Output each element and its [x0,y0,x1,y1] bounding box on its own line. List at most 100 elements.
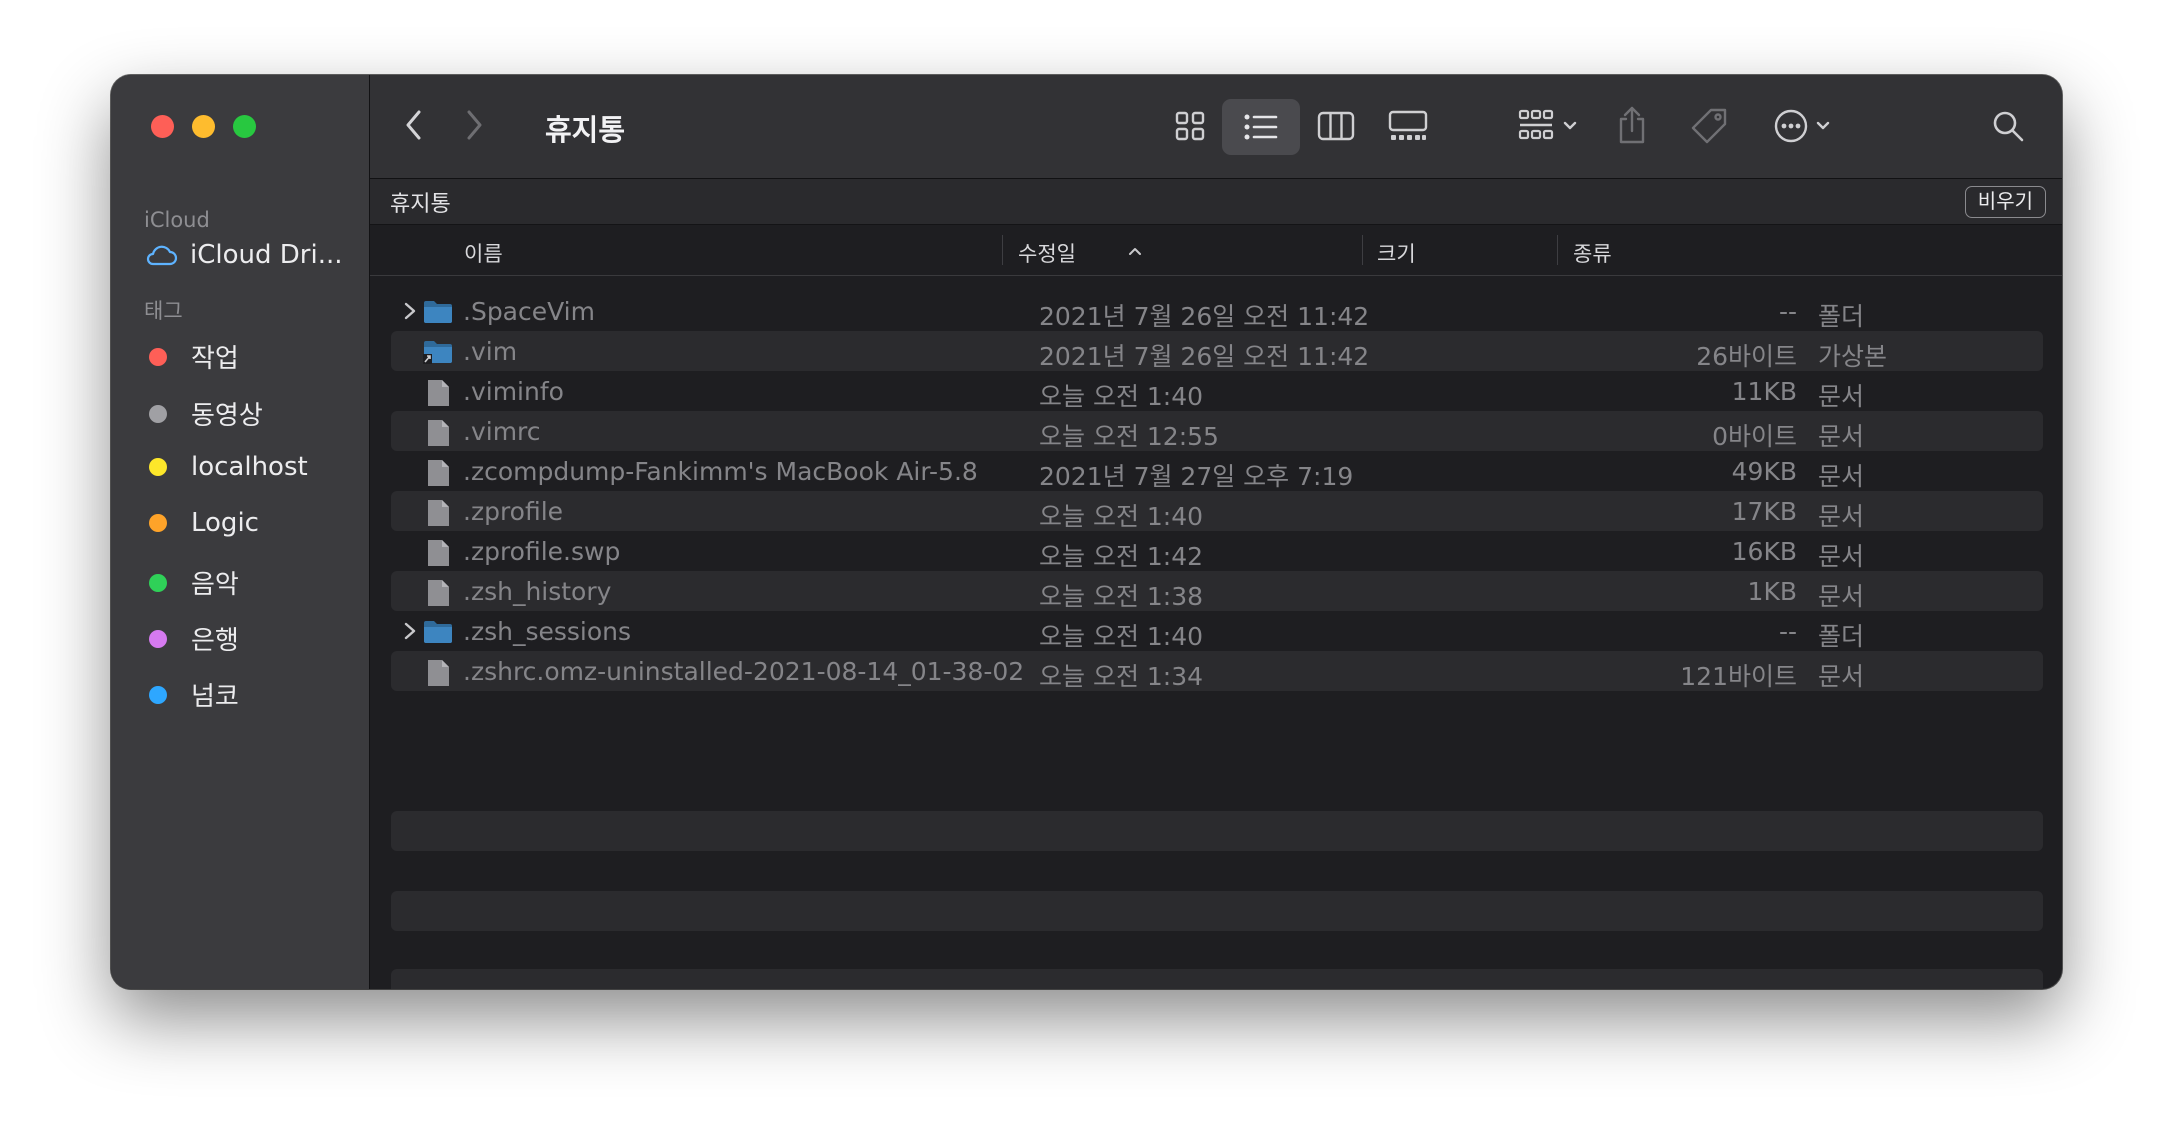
chevron-down-icon [1563,121,1577,130]
document-icon [423,459,453,486]
tag-icon [1691,108,1727,144]
table-row[interactable]: .viminfo 오늘 오전 1:40 11KB 문서 [391,371,2043,411]
document-icon [423,579,453,606]
sidebar-item-tag[interactable]: 작업 [144,338,239,375]
gallery-view-button[interactable] [1382,103,1434,149]
column-header-kind[interactable]: 종류 [1573,238,1612,268]
columns-icon [1317,111,1355,141]
file-size: 16KB [1731,537,1797,566]
sidebar-item-tag[interactable]: 넘코 [144,676,239,713]
table-row[interactable]: .zshrc.omz-uninstalled-2021-08-14_01-38-… [391,651,2043,691]
sidebar-item-label: 은행 [191,626,239,656]
group-icon [1518,109,1554,140]
table-row[interactable]: .vim 2021년 7월 26일 오전 11:42 26바이트 가상본 [391,331,2043,371]
sidebar-item-label: Logic [191,508,259,538]
column-divider[interactable] [1002,235,1003,265]
file-name: .zcompdump-Fankimm's MacBook Air-5.8 [463,457,978,486]
minimize-button[interactable] [192,115,215,138]
empty-row [391,969,2043,989]
file-date: 오늘 오전 1:42 [1039,542,1204,571]
file-kind: 문서 [1818,502,1865,531]
file-size: 121바이트 [1680,662,1797,691]
zoom-button[interactable] [233,115,256,138]
file-kind: 문서 [1818,422,1865,451]
close-button[interactable] [151,115,174,138]
file-kind: 가상본 [1818,342,1888,371]
sidebar: iCloud iCloud Dri... 태그 작업 동영상 localhost Lo… [111,75,370,989]
column-header: 이름 수정일 크기 종류 [370,225,2062,276]
file-size: 49KB [1731,457,1797,486]
column-header-name[interactable]: 이름 [464,238,503,268]
file-kind: 폴더 [1818,622,1865,651]
file-date: 오늘 오전 1:34 [1039,662,1204,691]
trash-header-bar: 휴지통 비우기 [370,179,2062,225]
column-header-size[interactable]: 크기 [1377,238,1416,268]
document-icon [423,539,453,566]
disclosure-triangle-icon[interactable] [401,621,419,641]
more-actions-button[interactable] [1764,103,1840,149]
tag-color-dot [149,347,167,366]
file-size: 1KB [1747,577,1797,606]
file-size: 0바이트 [1712,422,1797,451]
column-view-button[interactable] [1310,103,1362,149]
file-date: 오늘 오전 1:38 [1039,582,1204,611]
column-header-date[interactable]: 수정일 [1018,238,1076,268]
toolbar: 휴지통 [370,75,2062,179]
back-button[interactable] [396,105,430,145]
trash-title: 휴지통 [390,192,451,217]
sidebar-item-tag[interactable]: localhost [144,452,308,482]
table-row[interactable]: .zcompdump-Fankimm's MacBook Air-5.8 2021… [391,451,2043,491]
file-list: .SpaceVim 2021년 7월 26일 오전 11:42 -- 폴더 .vim 20… [391,291,2043,691]
icon-view-button[interactable] [1166,103,1214,149]
forward-button[interactable] [458,105,492,145]
empty-row [391,891,2043,931]
column-divider[interactable] [1362,235,1363,265]
tag-button[interactable] [1686,101,1732,151]
file-name: .viminfo [463,377,564,406]
file-name: .zshrc.omz-uninstalled-2021-08-14_01-38-… [463,657,1025,686]
chevron-down-icon [1816,121,1830,130]
list-view-button[interactable] [1222,99,1300,155]
table-row[interactable]: .zsh_sessions 오늘 오전 1:40 -- 폴더 [391,611,2043,651]
table-row[interactable]: .zsh_history 오늘 오전 1:38 1KB 문서 [391,571,2043,611]
file-name: .SpaceVim [463,297,595,326]
empty-trash-button[interactable]: 비우기 [1964,186,2046,218]
table-row[interactable]: .zprofile 오늘 오전 1:40 17KB 문서 [391,491,2043,531]
main-pane: 휴지통 휴지통 비우기 이름 수정일 크기 종류 .SpaceVim 2021년… [370,75,2062,989]
chevron-left-icon [406,110,421,140]
file-date: 오늘 오전 1:40 [1039,502,1204,531]
document-icon [423,499,453,526]
sidebar-item-label: iCloud Dri... [190,240,343,270]
group-button[interactable] [1510,103,1586,149]
document-icon [423,659,453,686]
gallery-icon [1388,110,1428,140]
file-kind: 문서 [1818,582,1865,611]
file-size: -- [1778,617,1797,646]
sidebar-item-label: localhost [191,452,308,482]
ellipsis-circle-icon [1774,109,1808,143]
column-divider[interactable] [1557,235,1558,265]
file-kind: 문서 [1818,662,1865,691]
search-button[interactable] [1986,103,2030,149]
sidebar-item-tag[interactable]: Logic [144,508,259,538]
sidebar-item-tag[interactable]: 은행 [144,620,239,657]
grid-icon [1175,111,1205,141]
cloud-icon [146,245,178,266]
tag-color-dot [149,573,167,592]
file-name: .vimrc [463,417,541,446]
file-date: 오늘 오전 12:55 [1039,422,1219,451]
sidebar-item-tag[interactable]: 동영상 [144,395,263,432]
table-row[interactable]: .vimrc 오늘 오전 12:55 0바이트 문서 [391,411,2043,451]
sort-ascending-icon [1129,248,1141,255]
table-row[interactable]: .zprofile.swp 오늘 오전 1:42 16KB 문서 [391,531,2043,571]
file-date: 오늘 오전 1:40 [1039,622,1204,651]
tag-color-dot [149,404,167,423]
file-name: .zprofile.swp [463,537,621,566]
sidebar-item-tag[interactable]: 음악 [144,564,239,601]
alias-folder-icon [423,339,453,364]
table-row[interactable]: .SpaceVim 2021년 7월 26일 오전 11:42 -- 폴더 [391,291,2043,331]
disclosure-triangle-icon[interactable] [401,301,419,321]
share-button[interactable] [1610,99,1654,151]
sidebar-item-icloud-drive[interactable]: iCloud Dri... [144,240,342,270]
document-icon [423,419,453,446]
